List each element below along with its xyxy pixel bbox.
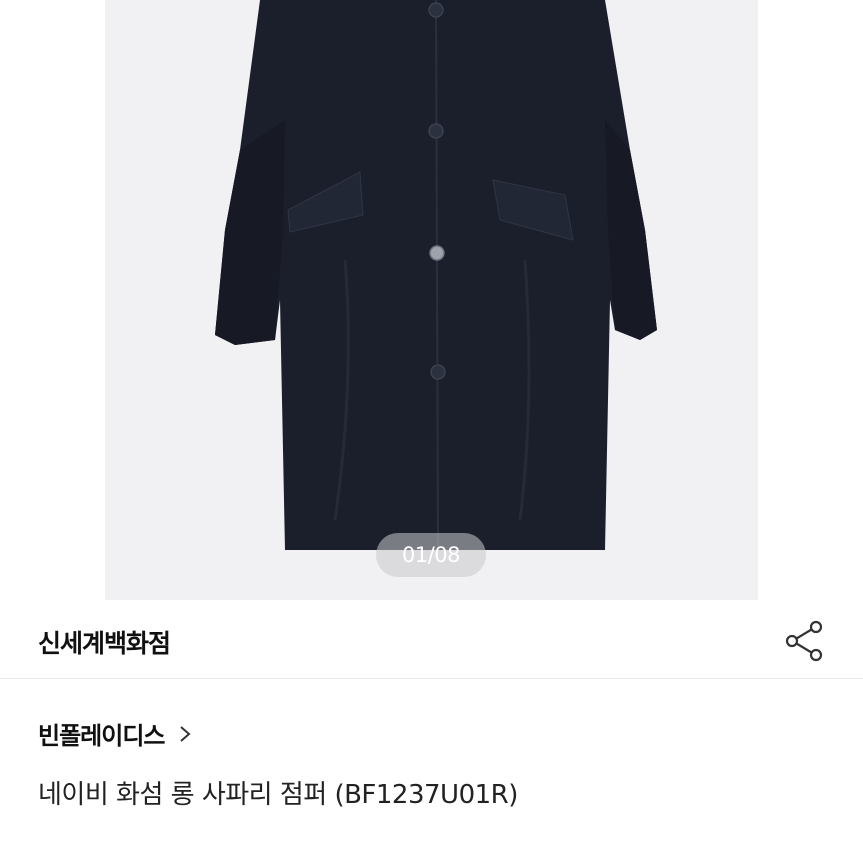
- brand-name: 빈폴레이디스: [38, 722, 165, 750]
- image-pager-indicator: 01/08: [376, 533, 486, 577]
- pager-text: 01/08: [401, 543, 461, 567]
- chevron-right-icon: [180, 725, 192, 742]
- product-image-gallery[interactable]: 01/08: [0, 0, 863, 600]
- share-button[interactable]: [780, 618, 830, 664]
- product-photo: [105, 0, 758, 600]
- store-name[interactable]: 신세계백화점: [38, 624, 171, 660]
- brand-link[interactable]: 빈폴레이디스: [38, 716, 192, 751]
- share-icon: [785, 620, 823, 662]
- product-name: 네이비 화섬 롱 사파리 점퍼 (BF1237U01R): [38, 780, 518, 810]
- coat-illustration: [215, 0, 657, 550]
- divider: [0, 678, 863, 679]
- store-row: 신세계백화점: [0, 600, 863, 678]
